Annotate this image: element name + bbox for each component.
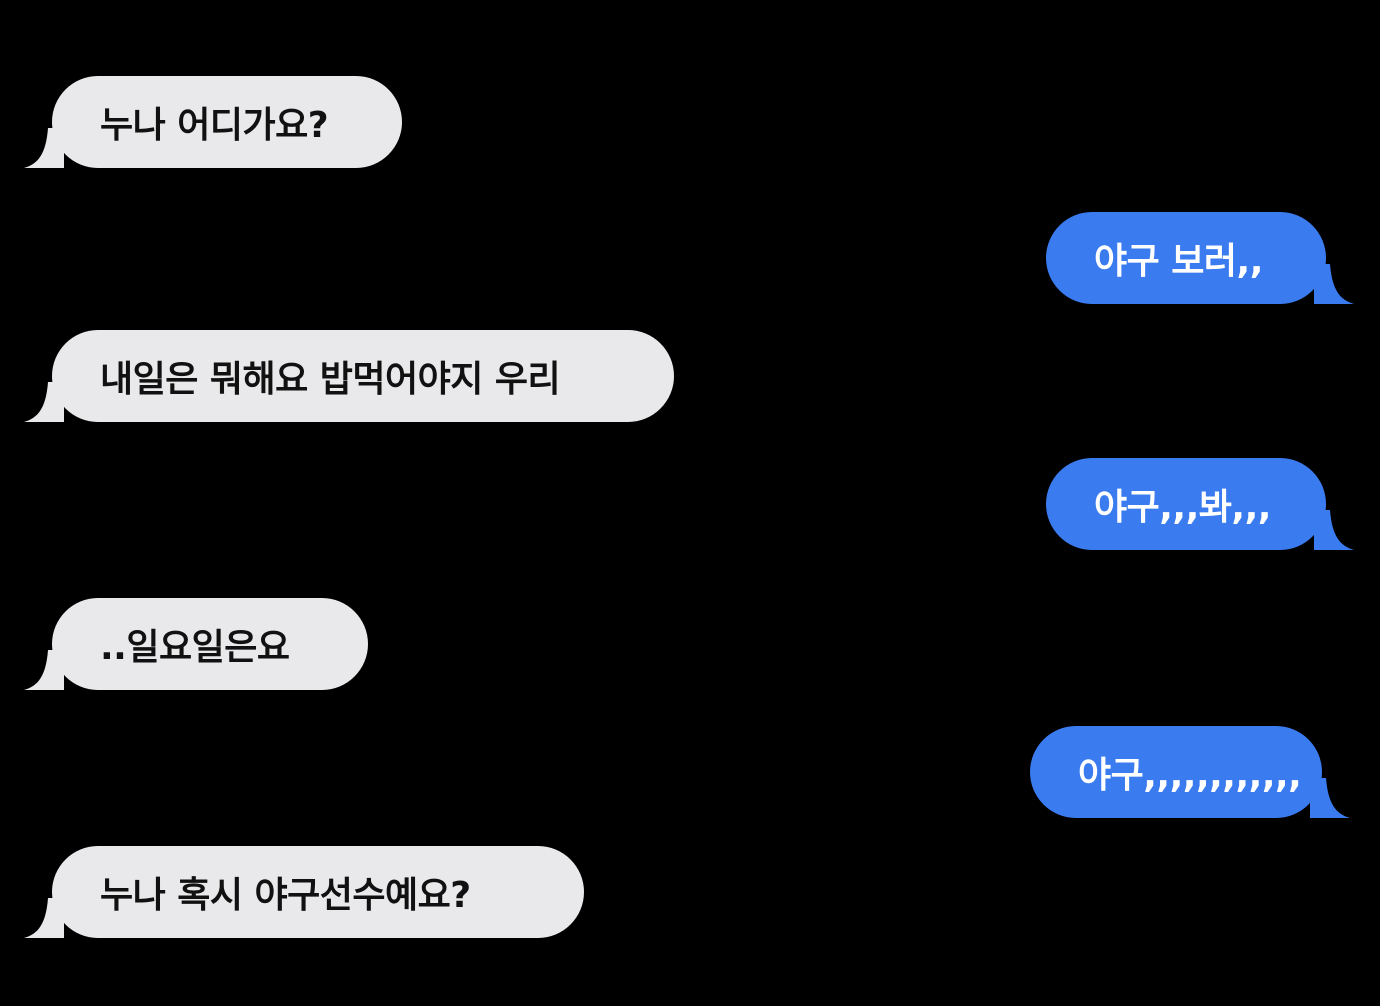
message-text: 야구,,,봐,,, (1094, 487, 1271, 528)
received-message[interactable]: 누나 어디가요? (24, 76, 402, 168)
message-bubble: 내일은 뭐해요 밥먹어야지 우리 (52, 330, 674, 422)
message-text: 누나 어디가요? (100, 105, 329, 146)
received-message[interactable]: 내일은 뭐해요 밥먹어야지 우리 (24, 330, 674, 422)
message-text: ..일요일은요 (100, 627, 290, 668)
received-message[interactable]: ..일요일은요 (24, 598, 368, 690)
message-text: 야구 보러,, (1094, 241, 1263, 282)
message-bubble: 야구,,,봐,,, (1046, 458, 1326, 550)
message-thread: 누나 어디가요? 야구 보러,, 내일은 뭐해요 밥먹어야지 우리 야구,,,봐… (0, 0, 1380, 1006)
message-text: 내일은 뭐해요 밥먹어야지 우리 (100, 359, 561, 400)
message-bubble: 누나 어디가요? (52, 76, 402, 168)
received-message[interactable]: 누나 혹시 야구선수예요? (24, 846, 584, 938)
message-bubble: ..일요일은요 (52, 598, 368, 690)
message-bubble: 야구 보러,, (1046, 212, 1326, 304)
sent-message[interactable]: 야구,,,봐,,, (1046, 458, 1354, 550)
message-text: 야구,,,,,,,,,,,, (1078, 755, 1302, 796)
sent-message[interactable]: 야구,,,,,,,,,,,, (1030, 726, 1350, 818)
message-bubble: 야구,,,,,,,,,,,, (1030, 726, 1322, 818)
message-bubble: 누나 혹시 야구선수예요? (52, 846, 584, 938)
sent-message[interactable]: 야구 보러,, (1046, 212, 1354, 304)
message-text: 누나 혹시 야구선수예요? (100, 875, 471, 916)
